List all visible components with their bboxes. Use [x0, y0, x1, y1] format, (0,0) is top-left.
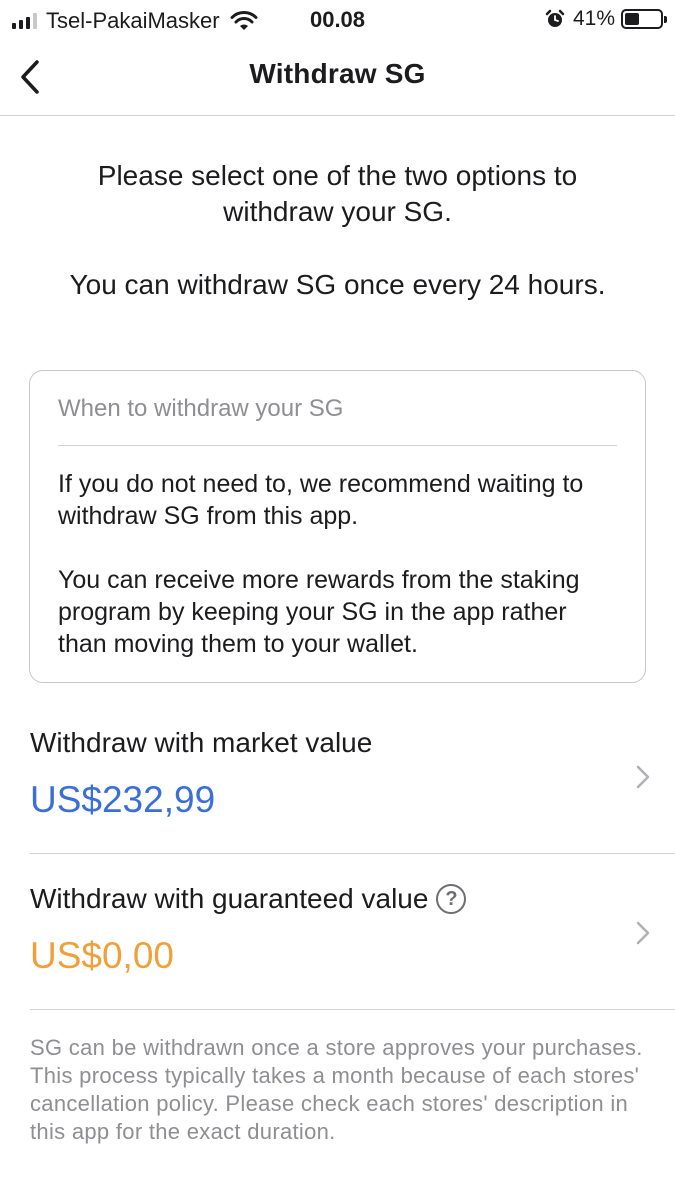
battery-percent: 41% [572, 7, 615, 30]
alarm-clock-icon [545, 9, 565, 27]
withdraw-market-value-option[interactable]: Withdraw with market value US$232,99 [0, 697, 675, 853]
info-card-title: When to withdraw your SG [58, 395, 344, 422]
chevron-right-icon [636, 765, 650, 789]
navigation-bar: Withdraw SG [0, 40, 675, 116]
info-card-paragraph: You can receive more rewards from the st… [58, 566, 580, 658]
info-card-body: If you do not need to, we recommend wait… [58, 468, 621, 692]
info-card-paragraph: If you do not need to, we recommend wait… [58, 470, 584, 530]
status-right: 41% [545, 7, 667, 31]
option-label: Withdraw with guaranteed value [30, 883, 429, 914]
page-title: Withdraw SG [249, 58, 426, 89]
info-card: When to withdraw your SG If you do not n… [29, 370, 646, 683]
withdraw-guaranteed-value-option[interactable]: Withdraw with guaranteed value ? US$0,00 [0, 853, 675, 1009]
market-value-amount: US$232,99 [30, 779, 216, 820]
status-bar: Tsel-PakaiMasker 00.08 41% [0, 0, 675, 38]
intro-line-frequency: You can withdraw SG once every 24 hours. [69, 269, 606, 300]
battery-level-fill [625, 13, 639, 25]
question-mark-help-icon[interactable]: ? [436, 884, 467, 914]
guaranteed-value-amount: US$0,00 [30, 935, 174, 976]
battery-icon [621, 9, 667, 29]
info-card-divider [58, 445, 617, 446]
footnote-text: SG can be withdrawn once a store approve… [30, 1035, 643, 1144]
row-divider [30, 1009, 675, 1010]
option-label: Withdraw with market value [30, 727, 373, 758]
intro-line-options: Please select one of the two options to … [97, 160, 578, 227]
intro-text: Please select one of the two options to … [60, 158, 615, 340]
option-label-row: Withdraw with guaranteed value ? [30, 883, 467, 915]
chevron-right-icon [636, 921, 650, 945]
